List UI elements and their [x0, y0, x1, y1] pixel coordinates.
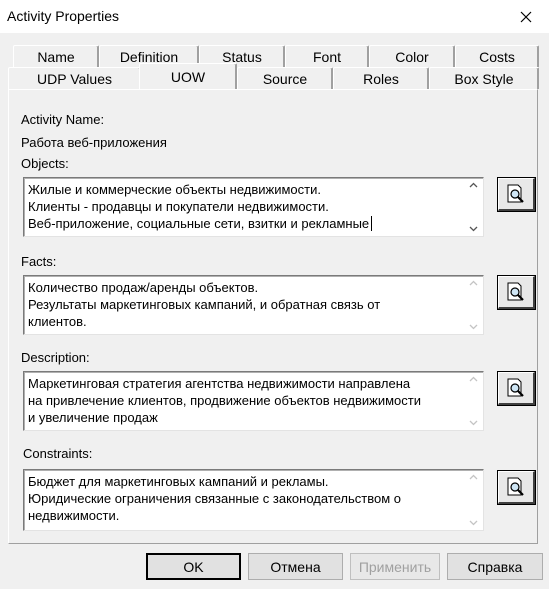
facts-textarea[interactable]: Количество продаж/аренды объектов. Резуль… — [23, 275, 484, 335]
magnifier-document-icon — [507, 282, 524, 301]
tab-udp-values[interactable]: UDP Values — [8, 67, 141, 89]
description-browse-button[interactable] — [497, 371, 536, 406]
activity-name-value: Работа веб-приложения — [21, 135, 167, 150]
magnifier-document-icon — [507, 477, 524, 496]
scroll-down-icon — [469, 420, 478, 426]
text-caret — [371, 216, 373, 231]
description-label: Description: — [21, 350, 90, 365]
tab-source[interactable]: Source — [237, 67, 333, 89]
magnifier-document-icon — [507, 378, 524, 397]
window-title: Activity Properties — [7, 8, 120, 24]
objects-scrollbar[interactable] — [464, 178, 483, 236]
facts-scrollbar — [464, 276, 483, 334]
tab-uow[interactable]: UOW — [139, 63, 237, 89]
constraints-browse-button[interactable] — [497, 470, 536, 505]
scroll-down-icon — [469, 520, 478, 526]
scroll-down-icon — [469, 324, 478, 330]
tab-roles[interactable]: Roles — [333, 67, 429, 89]
description-textarea[interactable]: Маркетинговая стратегия агентства недвиж… — [23, 371, 484, 431]
tab-box-style[interactable]: Box Style — [429, 67, 539, 89]
uow-tab-page: Activity Name: Работа веб-приложения Obj… — [8, 89, 538, 544]
close-icon — [520, 11, 532, 22]
close-button[interactable] — [503, 0, 549, 33]
apply-button[interactable]: Применить — [350, 553, 440, 580]
activity-name-label: Activity Name: — [21, 112, 105, 127]
facts-browse-button[interactable] — [497, 275, 536, 310]
scroll-up-icon[interactable] — [469, 182, 478, 188]
title-bar: Activity Properties — [0, 0, 549, 33]
help-button[interactable]: Справка — [447, 553, 543, 580]
cancel-button[interactable]: Отмена — [248, 553, 343, 580]
constraints-textarea[interactable]: Бюджет для маркетинговых кампаний и рекл… — [23, 469, 484, 531]
constraints-label: Constraints: — [23, 446, 93, 461]
constraints-scrollbar — [464, 470, 483, 530]
tab-costs[interactable]: Costs — [455, 45, 539, 67]
objects-textarea[interactable]: Жилые и коммерческие объекты недвижимост… — [23, 177, 484, 237]
magnifier-document-icon — [507, 184, 524, 203]
tab-font[interactable]: Font — [285, 45, 369, 67]
description-scrollbar — [464, 372, 483, 430]
tab-color[interactable]: Color — [369, 45, 455, 67]
ok-button[interactable]: OK — [146, 553, 241, 580]
scroll-up-icon — [469, 280, 478, 286]
objects-browse-button[interactable] — [497, 177, 536, 212]
scroll-up-icon — [469, 474, 478, 480]
objects-label: Objects: — [21, 156, 69, 171]
facts-label: Facts: — [21, 254, 57, 269]
tab-name[interactable]: Name — [13, 45, 99, 67]
scroll-up-icon — [469, 376, 478, 382]
scroll-down-icon[interactable] — [469, 226, 478, 232]
